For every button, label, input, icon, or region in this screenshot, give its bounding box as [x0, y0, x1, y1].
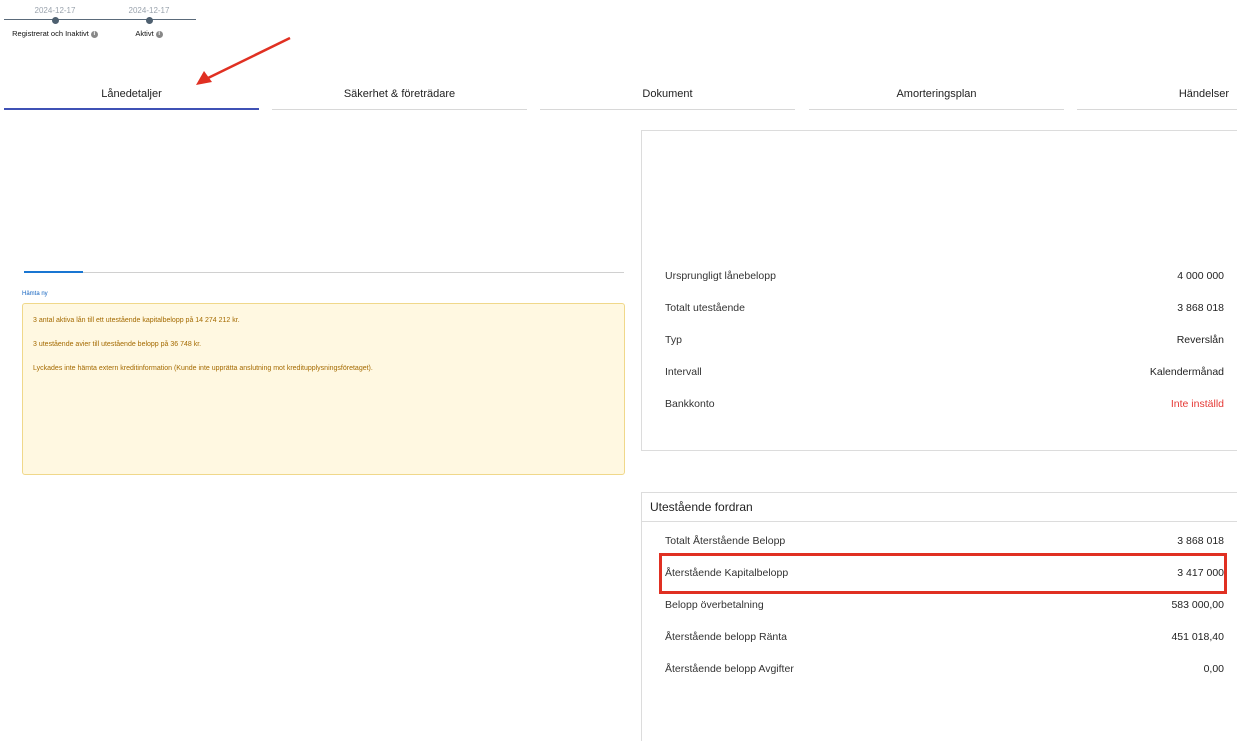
step-date: 2024-12-17: [34, 6, 76, 15]
fetch-new-link[interactable]: Hämta ny: [22, 291, 48, 297]
step-dot: [51, 17, 59, 24]
step-active: 2024-12-17 Aktivt i: [120, 6, 178, 38]
step-date: 2024-12-17: [128, 6, 170, 15]
info-icon[interactable]: i: [155, 30, 163, 38]
alert-line: Lyckades inte hämta extern kreditinforma…: [33, 365, 373, 372]
info-row: Intervall Kalendermånad: [665, 363, 1224, 383]
claim-label: Återstående belopp Avgifter: [665, 663, 794, 675]
tab-lanedetaljer[interactable]: Lånedetaljer: [4, 84, 259, 110]
alert-line: 3 utestående avier till utestående belop…: [33, 341, 202, 348]
claim-row: Återstående belopp Avgifter 0,00: [665, 660, 1224, 680]
tab-dokument[interactable]: Dokument: [540, 84, 795, 110]
step-label: Aktivt i: [120, 29, 178, 38]
annotation-arrow-icon: [196, 36, 291, 85]
step-registered: 2024-12-17 Registrerat och Inaktivt i: [10, 6, 100, 38]
info-value: Reverslån: [1176, 334, 1224, 346]
claim-label: Återstående belopp Ränta: [665, 631, 788, 643]
bank-account-status: Inte inställd: [1170, 398, 1224, 410]
info-label: Totalt utestående: [665, 302, 745, 314]
claim-row: Belopp överbetalning 583 000,00: [665, 596, 1224, 616]
annotation-highlight-box: [659, 553, 1227, 594]
tab-handelser[interactable]: Händelser: [1077, 84, 1237, 110]
claim-value: 0,00: [1203, 663, 1224, 675]
info-row: Ursprungligt lånebelopp 4 000 000: [665, 267, 1224, 287]
section-divider-active: [24, 271, 83, 273]
info-label: Typ: [665, 334, 682, 346]
info-value: Kalendermånad: [1149, 366, 1224, 378]
info-label: Ursprungligt lånebelopp: [665, 270, 776, 282]
tab-sakerhet[interactable]: Säkerhet & företrädare: [272, 84, 527, 110]
claim-value: 583 000,00: [1171, 599, 1224, 611]
info-icon[interactable]: i: [90, 30, 98, 38]
info-row: Typ Reverslån: [665, 331, 1224, 351]
claim-value: 451 018,40: [1171, 631, 1224, 643]
info-value: 4 000 000: [1177, 270, 1224, 282]
section-divider: [24, 272, 624, 273]
step-label: Registrerat och Inaktivt i: [10, 29, 100, 38]
alert-line: 3 antal aktiva lån till ett utestående k…: [33, 317, 240, 324]
claim-label: Totalt Återstående Belopp: [665, 535, 786, 547]
info-row: Bankkonto Inte inställd: [665, 395, 1224, 415]
info-row: Totalt utestående 3 868 018: [665, 299, 1224, 319]
claim-row: Totalt Återstående Belopp 3 868 018: [665, 532, 1224, 552]
info-value: 3 868 018: [1177, 302, 1224, 314]
claim-value: 3 868 018: [1177, 535, 1224, 547]
loan-info-panel: Ursprungligt lånebelopp 4 000 000 Totalt…: [641, 130, 1237, 451]
step-dot: [145, 17, 153, 24]
info-label: Bankkonto: [665, 398, 715, 410]
claim-label: Belopp överbetalning: [665, 599, 764, 611]
tab-amorteringsplan[interactable]: Amorteringsplan: [809, 84, 1064, 110]
claim-row: Återstående belopp Ränta 451 018,40: [665, 628, 1224, 648]
info-label: Intervall: [665, 366, 702, 378]
panel-title: Utestående fordran: [642, 493, 1237, 522]
outstanding-claim-panel: Utestående fordran Totalt Återstående Be…: [641, 492, 1237, 741]
status-stepper: 2024-12-17 Registrerat och Inaktivt i 202…: [0, 0, 200, 45]
credit-info-alert: 3 antal aktiva lån till ett utestående k…: [22, 303, 625, 475]
